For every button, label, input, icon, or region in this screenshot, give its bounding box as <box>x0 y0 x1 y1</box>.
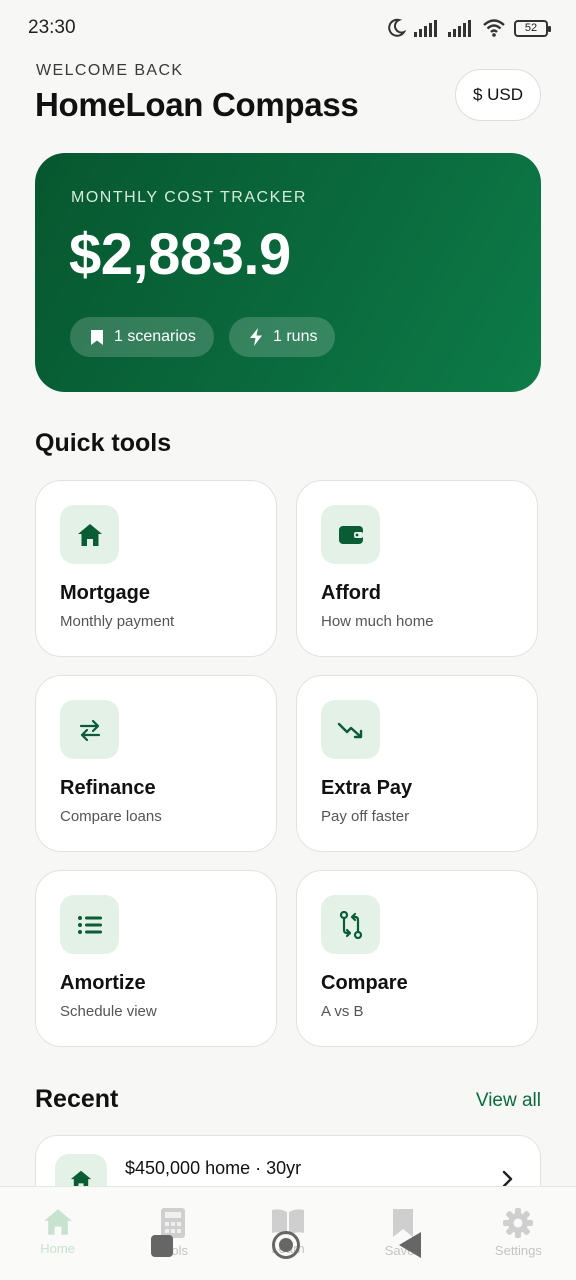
tool-name: Amortize <box>60 972 146 994</box>
scenarios-chip[interactable]: 1 scenarios <box>70 317 214 357</box>
tool-desc: Pay off faster <box>321 808 410 825</box>
trending-down-icon <box>337 722 362 738</box>
tool-desc: How much home <box>321 613 434 630</box>
bookmark-icon <box>393 1209 414 1237</box>
runs-chip-label: 1 runs <box>273 328 318 345</box>
nav-item-tools[interactable]: Tools <box>115 1187 230 1280</box>
nav-item-settings[interactable]: Settings <box>461 1187 576 1280</box>
runs-chip[interactable]: 1 runs <box>229 317 336 357</box>
home-icon <box>43 1209 72 1235</box>
nav-item-saved[interactable]: Saved <box>346 1187 461 1280</box>
tool-name: Afford <box>321 582 381 604</box>
calculator-icon <box>160 1208 185 1238</box>
swap-arrows-icon <box>79 719 100 741</box>
home-icon <box>77 523 102 546</box>
nav-label: Saved <box>384 1243 422 1258</box>
tool-desc: Compare loans <box>60 808 162 825</box>
tool-desc: Schedule view <box>60 1003 157 1020</box>
moon-icon <box>388 18 406 37</box>
nav-label: Learn <box>271 1241 305 1256</box>
book-icon <box>272 1209 304 1235</box>
status-time: 23:30 <box>28 17 76 38</box>
status-icons: 52 <box>386 18 551 38</box>
tool-card-mortgage[interactable]: Mortgage Monthly payment <box>35 480 277 657</box>
tool-name: Extra Pay <box>321 777 413 799</box>
tool-desc: Monthly payment <box>60 613 175 630</box>
tool-name: Refinance <box>60 777 156 799</box>
tool-card-refinance[interactable]: Refinance Compare loans <box>35 675 277 852</box>
recent-item-label: $450,000 home · 30yr <box>125 1158 302 1178</box>
tool-desc: A vs B <box>321 1003 364 1020</box>
tool-name: Mortgage <box>60 582 150 604</box>
recent-title: Recent <box>35 1085 119 1113</box>
bottom-nav: Home Tools Learn Saved Settings <box>0 1186 576 1280</box>
monthly-cost-card: MONTHLY COST TRACKER $2,883.9 1 scenario… <box>35 153 541 392</box>
signal-icon-2 <box>448 20 471 37</box>
bookmark-icon <box>91 329 103 345</box>
page-title: HomeLoan Compass <box>35 86 359 123</box>
nav-label: Settings <box>494 1243 542 1258</box>
tool-card-extra-pay[interactable]: Extra Pay Pay off faster <box>296 675 538 852</box>
tool-card-amortize[interactable]: Amortize Schedule view <box>35 870 277 1047</box>
battery-icon: 52 <box>514 19 551 37</box>
status-bar: 23:30 52 <box>0 0 576 56</box>
welcome-eyebrow: WELCOME BACK <box>36 62 184 79</box>
tool-card-afford[interactable]: Afford How much home <box>296 480 538 657</box>
nav-label: Tools <box>157 1243 188 1258</box>
wallet-icon <box>338 525 363 544</box>
scenarios-chip-label: 1 scenarios <box>114 328 196 345</box>
bolt-icon <box>250 328 262 346</box>
gear-icon <box>503 1208 534 1238</box>
list-icon <box>77 915 102 934</box>
view-all-link[interactable]: View all <box>476 1090 541 1112</box>
monthly-cost-value: $2,883.9 <box>69 222 291 287</box>
nav-label: Home <box>40 1241 75 1256</box>
compare-arrows-icon <box>339 910 362 939</box>
wifi-icon <box>483 19 505 37</box>
hero-label: MONTHLY COST TRACKER <box>71 189 307 206</box>
tool-name: Compare <box>321 972 408 994</box>
currency-button[interactable]: $ USD <box>455 69 541 121</box>
tool-card-compare[interactable]: Compare A vs B <box>296 870 538 1047</box>
nav-item-home[interactable]: Home <box>0 1187 115 1280</box>
nav-item-learn[interactable]: Learn <box>230 1187 345 1280</box>
quick-tools-title: Quick tools <box>35 429 172 457</box>
signal-icon <box>414 20 437 37</box>
